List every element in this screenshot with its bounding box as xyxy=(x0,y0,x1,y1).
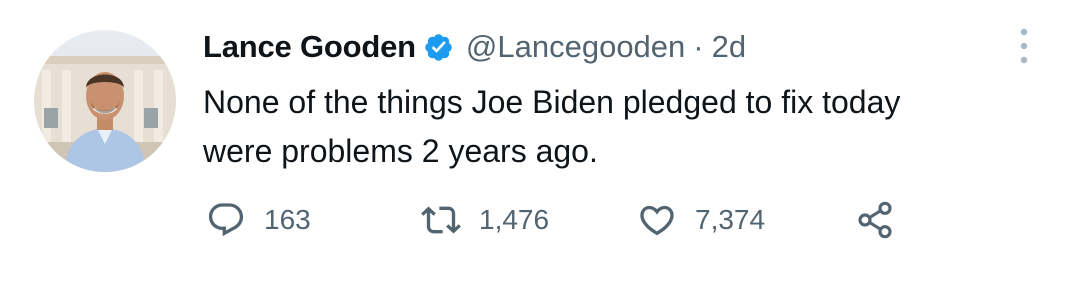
heart-icon xyxy=(640,205,674,236)
avatar[interactable] xyxy=(34,30,176,172)
tweet-text-line: None of the things Joe Biden pledged to … xyxy=(203,84,901,120)
reply-icon xyxy=(208,203,244,237)
tweet-card[interactable]: Lance Gooden @Lancegooden · 2d None of t… xyxy=(0,0,1080,289)
profile-photo xyxy=(34,30,176,172)
reply-count: 163 xyxy=(264,204,311,235)
tweet-text: None of the things Joe Biden pledged to … xyxy=(203,78,1043,176)
tweet-header: Lance Gooden @Lancegooden · 2d xyxy=(203,22,746,72)
timestamp[interactable]: 2d xyxy=(712,29,746,65)
retweet-icon xyxy=(421,206,461,234)
share-icon xyxy=(858,201,892,239)
action-bar: 163 1,476 7,374 xyxy=(0,198,1080,242)
author-name[interactable]: Lance Gooden xyxy=(203,29,416,65)
like-button[interactable]: 7,374 xyxy=(637,198,765,242)
like-count: 7,374 xyxy=(695,204,766,235)
retweet-button[interactable]: 1,476 xyxy=(421,198,549,242)
separator-dot: · xyxy=(693,29,704,64)
retweet-count: 1,476 xyxy=(479,204,550,235)
verified-badge-icon xyxy=(423,32,454,63)
reply-button[interactable]: 163 xyxy=(206,198,311,242)
author-handle[interactable]: @Lancegooden xyxy=(466,29,685,65)
more-options-icon[interactable] xyxy=(1012,26,1036,66)
tweet-text-line: were problems 2 years ago. xyxy=(203,133,598,169)
share-button[interactable] xyxy=(855,198,895,242)
